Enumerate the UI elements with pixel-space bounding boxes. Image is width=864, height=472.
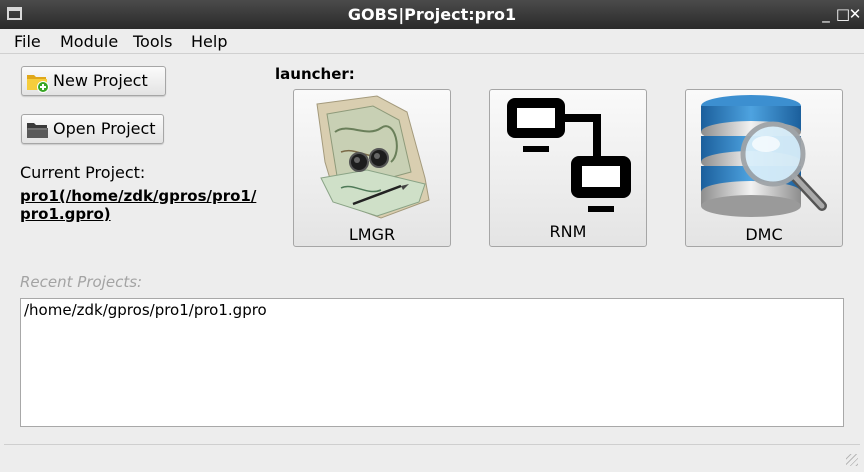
folder-icon xyxy=(27,123,48,138)
menu-bar: File Module Tools Help xyxy=(0,29,864,54)
menu-tools[interactable]: Tools xyxy=(133,32,172,51)
resize-grip-icon[interactable] xyxy=(846,454,858,466)
new-folder-icon xyxy=(27,75,49,93)
status-bar xyxy=(4,444,860,468)
window-title: GOBS|Project:pro1 xyxy=(347,5,517,24)
rnm-label: RNM xyxy=(549,222,587,241)
launcher-tile-rnm[interactable]: RNM xyxy=(489,89,647,247)
window-titlebar[interactable]: GOBS|Project:pro1 _ □ ✕ xyxy=(0,0,864,29)
current-project-label: Current Project: xyxy=(20,163,146,182)
recent-project-item[interactable]: /home/zdk/gpros/pro1/pro1.gpro xyxy=(24,301,267,319)
open-project-label: Open Project xyxy=(53,119,156,138)
current-project-path-line2[interactable]: pro1.gpro) xyxy=(20,205,111,223)
new-project-label: New Project xyxy=(53,71,148,90)
map-icon xyxy=(316,95,430,219)
launcher-tile-dmc[interactable]: DMC xyxy=(685,89,843,247)
menu-file[interactable]: File xyxy=(14,32,41,51)
open-project-button[interactable]: Open Project xyxy=(21,114,164,144)
recent-projects-label: Recent Projects: xyxy=(20,273,143,291)
launcher-heading: launcher: xyxy=(275,65,355,83)
menu-module[interactable]: Module xyxy=(60,32,118,51)
launcher-tile-lmgr[interactable]: LMGR xyxy=(293,89,451,247)
new-project-button[interactable]: New Project xyxy=(21,66,166,96)
lmgr-label: LMGR xyxy=(348,225,396,244)
recent-projects-list[interactable]: /home/zdk/gpros/pro1/pro1.gpro xyxy=(20,298,844,427)
menu-help[interactable]: Help xyxy=(191,32,227,51)
network-icon xyxy=(507,98,631,212)
dmc-label: DMC xyxy=(745,225,783,244)
database-search-icon xyxy=(701,95,827,217)
close-button[interactable]: ✕ xyxy=(845,4,864,24)
current-project-path-line1[interactable]: pro1(/home/zdk/gpros/pro1/ xyxy=(20,187,256,205)
